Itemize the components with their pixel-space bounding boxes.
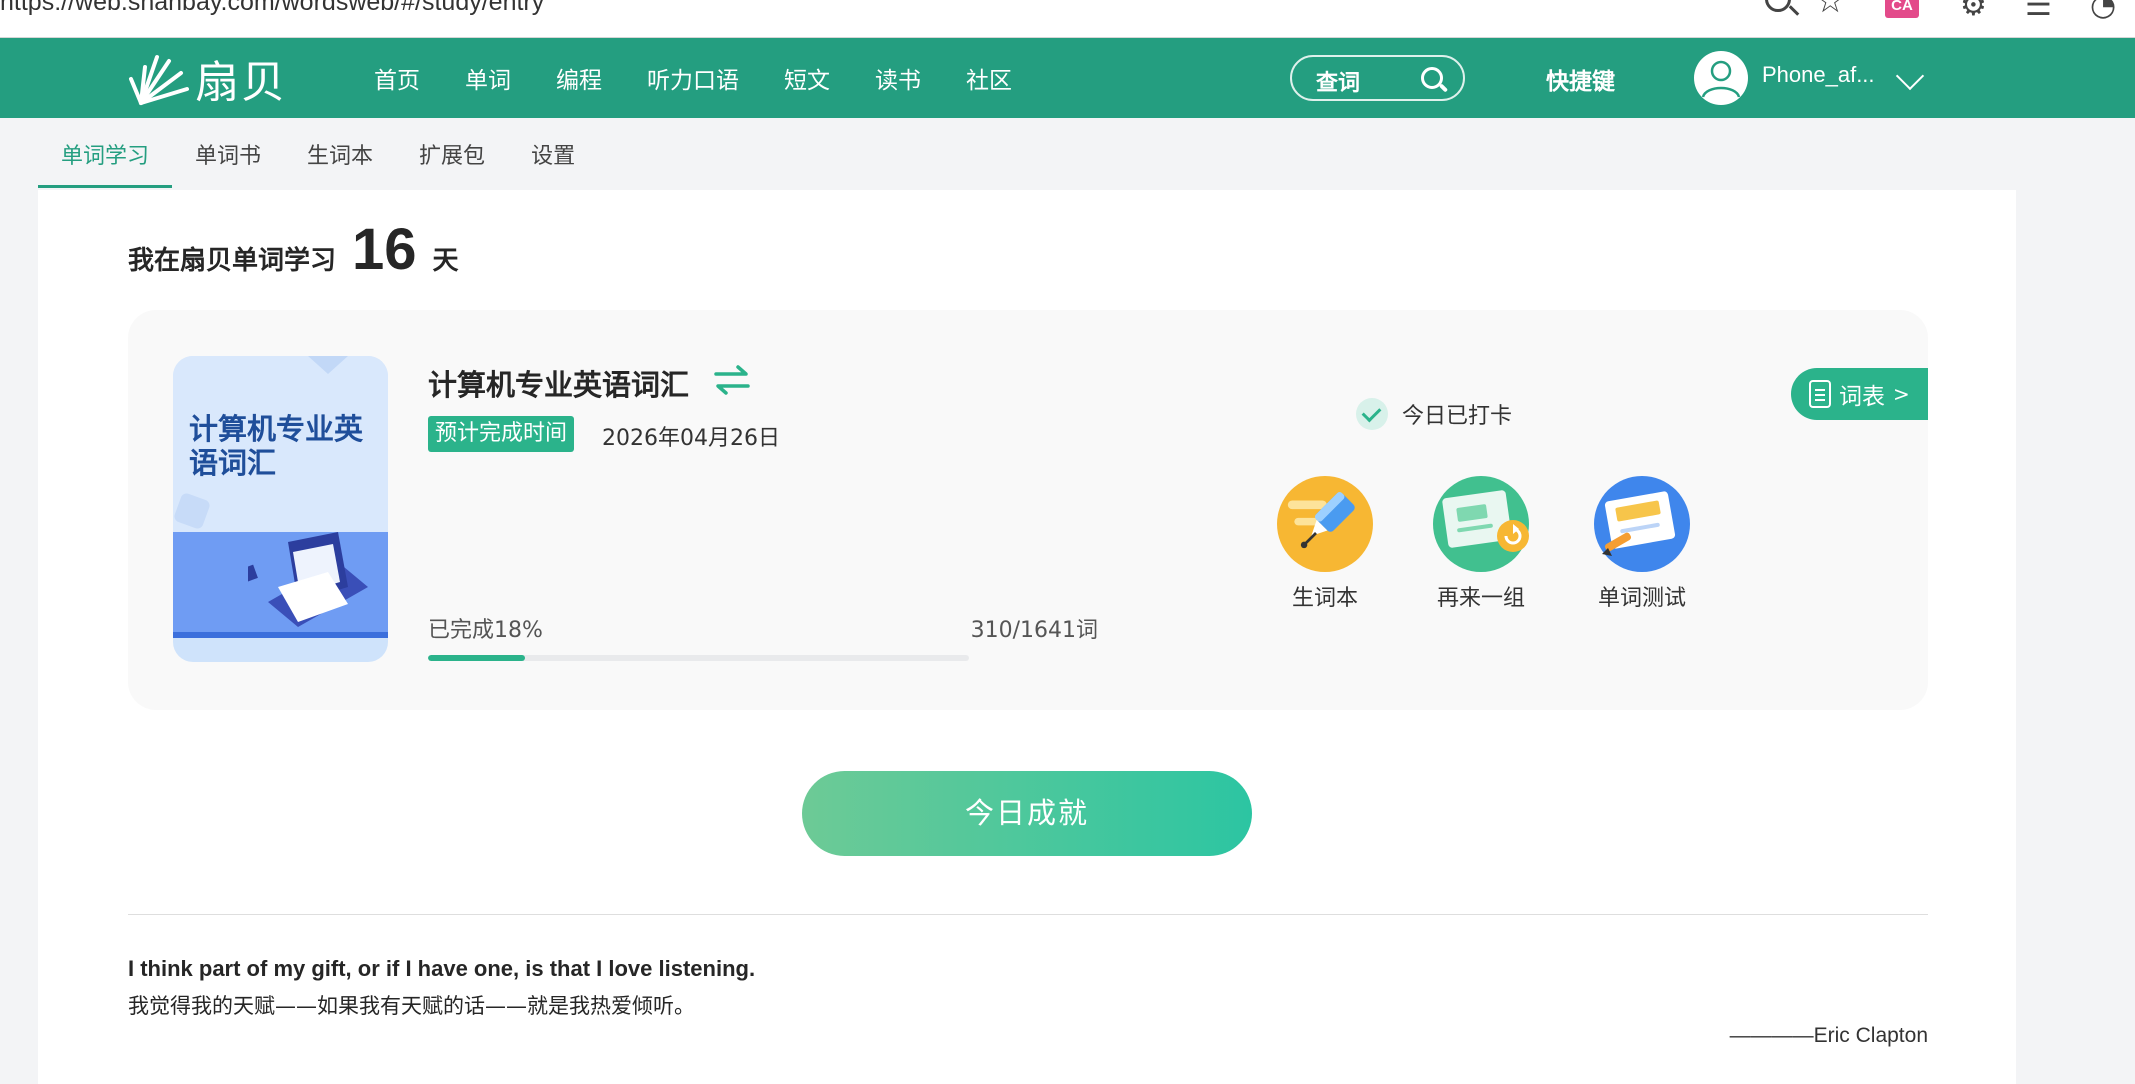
username[interactable]: Phone_af... xyxy=(1762,62,1875,88)
action-label: 再来一组 xyxy=(1436,586,1525,611)
progress-count: 310/1641词 xyxy=(970,618,1098,643)
shell-rays-icon xyxy=(129,55,189,105)
check-icon xyxy=(1356,398,1388,430)
document-icon xyxy=(1809,380,1831,408)
cover-strip xyxy=(173,632,388,638)
tab-word-books[interactable]: 单词书 xyxy=(172,118,284,188)
cards-graphic xyxy=(1442,490,1529,552)
pen-icon xyxy=(1277,476,1373,572)
tab-vocab-notebook[interactable]: 生词本 xyxy=(284,118,396,188)
action-label: 生词本 xyxy=(1291,586,1358,611)
main-content: 我在扇贝单词学习 16 天 计算机专业英语词汇 计算机专业英语词汇 预计完成时间… xyxy=(38,190,2016,1084)
tab-extension-packs[interactable]: 扩展包 xyxy=(396,118,508,188)
tab-word-study[interactable]: 单词学习 xyxy=(38,118,173,188)
nav-listening[interactable]: 听力口语 xyxy=(647,61,739,95)
eta-date: 2026年04月26日 xyxy=(602,426,780,451)
avatar[interactable] xyxy=(1694,51,1748,105)
star-icon[interactable]: ☆ xyxy=(1815,0,1845,18)
logo-text: 扇贝 xyxy=(195,57,287,108)
days-prefix: 我在扇贝单词学习 xyxy=(128,246,337,276)
quote-english: I think part of my gift, or if I have on… xyxy=(128,956,756,981)
paper-graphic xyxy=(1602,491,1676,556)
nav-reading[interactable]: 读书 xyxy=(875,61,921,95)
nav-community[interactable]: 社区 xyxy=(966,61,1012,95)
today-achievement-button[interactable]: 今日成就 xyxy=(802,771,1252,856)
puzzle-extension-icon[interactable]: ⚙ xyxy=(1960,0,1987,23)
days-suffix: 天 xyxy=(432,246,459,276)
nav-coding[interactable]: 编程 xyxy=(556,61,602,95)
checkin-status: 今日已打卡 xyxy=(1356,398,1512,430)
user-icon xyxy=(1701,60,1741,98)
book-title: 计算机专业英语词汇 xyxy=(428,368,690,402)
word-search-box[interactable]: 查词 xyxy=(1290,55,1465,101)
quote-author: ————Eric Clapton xyxy=(1729,1024,1928,1047)
history-icon[interactable]: ◔ xyxy=(2090,0,2116,23)
progress-bar xyxy=(428,655,969,661)
action-vocab-notebook[interactable]: 生词本 xyxy=(1265,476,1385,612)
divider xyxy=(128,914,1928,915)
wordlist-label: 词表 xyxy=(1839,384,1885,410)
favorites-icon[interactable]: ☰ xyxy=(2025,0,2052,23)
search-label: 查词 xyxy=(1316,71,1361,96)
laptop-icon xyxy=(248,532,368,627)
sub-tabs: 单词学习 单词书 生词本 扩展包 设置 xyxy=(38,118,598,188)
address-bar[interactable]: https://web.shanbay.com/wordsweb/#/study… xyxy=(0,0,544,17)
progress-label: 已完成18% xyxy=(428,618,543,643)
study-days: 我在扇贝单词学习 16 天 xyxy=(128,216,459,283)
search-icon[interactable] xyxy=(1421,67,1443,89)
main-nav: 首页 单词 编程 听力口语 短文 读书 社区 xyxy=(374,38,1057,118)
quote-chinese: 我觉得我的天赋——如果我有天赋的话——就是我热爱倾听。 xyxy=(128,994,695,1018)
chevron-right-icon: > xyxy=(1893,382,1910,406)
shortcuts-link[interactable]: 快捷键 xyxy=(1546,62,1615,96)
extension-badge-icon[interactable]: CA xyxy=(1885,0,1919,18)
tab-settings[interactable]: 设置 xyxy=(508,118,598,188)
refresh-cards-icon xyxy=(1433,476,1529,572)
current-book-panel: 计算机专业英语词汇 计算机专业英语词汇 预计完成时间 2026年04月26日 已… xyxy=(128,310,1928,710)
eta-badge: 预计完成时间 xyxy=(428,416,575,452)
zoom-search-icon[interactable] xyxy=(1765,0,1791,12)
browser-toolbar: https://web.shanbay.com/wordsweb/#/study… xyxy=(0,0,2135,38)
chevron-down-icon[interactable] xyxy=(1895,61,1925,91)
cover-title: 计算机专业英语词汇 xyxy=(189,412,364,480)
nav-articles[interactable]: 短文 xyxy=(784,61,830,95)
checkin-text: 今日已打卡 xyxy=(1402,404,1513,429)
wordlist-button[interactable]: 词表 > xyxy=(1791,368,1928,420)
action-word-test[interactable]: 单词测试 xyxy=(1582,476,1702,612)
nav-home[interactable]: 首页 xyxy=(374,61,420,95)
pen-graphic xyxy=(1287,492,1355,549)
progress-bar-fill xyxy=(428,655,526,661)
action-another-round[interactable]: 再来一组 xyxy=(1421,476,1541,612)
top-navigation: 扇贝 首页 单词 编程 听力口语 短文 读书 社区 查词 快捷键 Phone_a… xyxy=(0,38,2135,118)
action-label: 单词测试 xyxy=(1597,586,1686,611)
book-cover[interactable]: 计算机专业英语词汇 xyxy=(173,356,388,662)
shanbay-logo[interactable]: 扇贝 xyxy=(127,48,287,108)
days-count: 16 xyxy=(352,217,417,282)
test-paper-icon xyxy=(1594,476,1690,572)
switch-book-icon[interactable] xyxy=(712,362,752,398)
nav-words[interactable]: 单词 xyxy=(465,61,511,95)
